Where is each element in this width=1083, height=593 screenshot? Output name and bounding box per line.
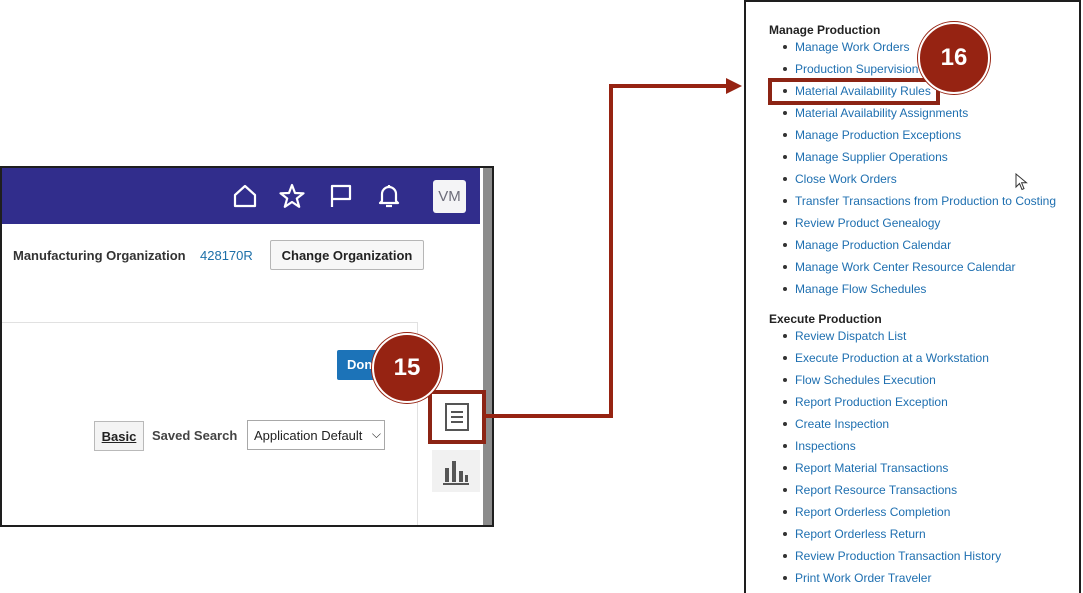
menu-item-review-production-transaction-history[interactable]: Review Production Transaction History bbox=[746, 545, 1001, 567]
step-16-badge: 16 bbox=[918, 22, 990, 94]
menu-item-report-material-transactions[interactable]: Report Material Transactions bbox=[746, 457, 1001, 479]
flag-icon[interactable] bbox=[327, 182, 355, 210]
menu-item-report-orderless-return[interactable]: Report Orderless Return bbox=[746, 523, 1001, 545]
menu-item-print-work-order-traveler[interactable]: Print Work Order Traveler bbox=[746, 567, 1001, 589]
change-organization-button[interactable]: Change Organization bbox=[270, 240, 424, 270]
menu-item-review-product-genealogy[interactable]: Review Product Genealogy bbox=[746, 212, 1056, 234]
menu-item-report-production-exception[interactable]: Report Production Exception bbox=[746, 391, 1001, 413]
menu-item-close-work-orders[interactable]: Close Work Orders bbox=[746, 168, 1056, 190]
chevron-down-icon: ⌵ bbox=[371, 427, 381, 441]
home-icon[interactable] bbox=[231, 182, 259, 210]
menu-item-execute-production-workstation[interactable]: Execute Production at a Workstation bbox=[746, 347, 1001, 369]
menu-item-report-resource-transactions[interactable]: Report Resource Transactions bbox=[746, 479, 1001, 501]
menu-item-review-dispatch-list[interactable]: Review Dispatch List bbox=[746, 325, 1001, 347]
menu-item-manage-work-center-resource-calendar[interactable]: Manage Work Center Resource Calendar bbox=[746, 256, 1056, 278]
tasks-icon bbox=[445, 403, 469, 431]
saved-search-value: Application Default bbox=[254, 428, 363, 443]
mouse-cursor-icon bbox=[1015, 173, 1028, 191]
menu-item-report-orderless-completion[interactable]: Report Orderless Completion bbox=[746, 501, 1001, 523]
menu-item-inspections[interactable]: Inspections bbox=[746, 435, 1001, 457]
saved-search-label: Saved Search bbox=[152, 428, 238, 443]
navigator-menu-panel: Manage Production Manage Work Orders Pro… bbox=[744, 0, 1081, 593]
saved-search-select[interactable]: Application Default ⌵ bbox=[247, 420, 385, 450]
user-avatar[interactable]: VM bbox=[433, 180, 466, 213]
material-availability-rules-highlight bbox=[768, 78, 940, 105]
notifications-bell-icon[interactable] bbox=[375, 182, 403, 210]
analytics-icon[interactable] bbox=[432, 450, 480, 492]
menu-item-manage-flow-schedules[interactable]: Manage Flow Schedules bbox=[746, 278, 1056, 300]
menu-item-material-availability-assignments[interactable]: Material Availability Assignments bbox=[746, 102, 1056, 124]
menu-item-manage-work-orders[interactable]: Manage Work Orders bbox=[746, 36, 1056, 58]
basic-search-button[interactable]: Basic bbox=[94, 421, 144, 451]
organization-code-link[interactable]: 428170R bbox=[200, 248, 253, 263]
manufacturing-organization-label: Manufacturing Organization bbox=[13, 248, 186, 263]
menu-item-manage-supplier-operations[interactable]: Manage Supplier Operations bbox=[746, 146, 1056, 168]
menu-item-manage-production-calendar[interactable]: Manage Production Calendar bbox=[746, 234, 1056, 256]
manage-production-list: Manage Work Orders Production Supervisio… bbox=[746, 36, 1056, 300]
menu-item-production-supervision[interactable]: Production Supervision bbox=[746, 58, 1056, 80]
menu-item-manage-production-exceptions[interactable]: Manage Production Exceptions bbox=[746, 124, 1056, 146]
global-header: VM bbox=[2, 168, 480, 224]
favorites-star-icon[interactable] bbox=[278, 182, 306, 210]
menu-item-transfer-transactions[interactable]: Transfer Transactions from Production to… bbox=[746, 190, 1056, 212]
menu-item-flow-schedules-execution[interactable]: Flow Schedules Execution bbox=[746, 369, 1001, 391]
section-title-execute-production: Execute Production bbox=[769, 312, 882, 326]
step-15-badge: 15 bbox=[372, 333, 442, 403]
execute-production-list: Review Dispatch List Execute Production … bbox=[746, 325, 1001, 589]
tasks-icon-highlight[interactable] bbox=[428, 390, 486, 444]
menu-item-create-inspection[interactable]: Create Inspection bbox=[746, 413, 1001, 435]
side-panel-scrollbar[interactable] bbox=[483, 168, 492, 525]
section-title-manage-production: Manage Production bbox=[769, 23, 881, 37]
